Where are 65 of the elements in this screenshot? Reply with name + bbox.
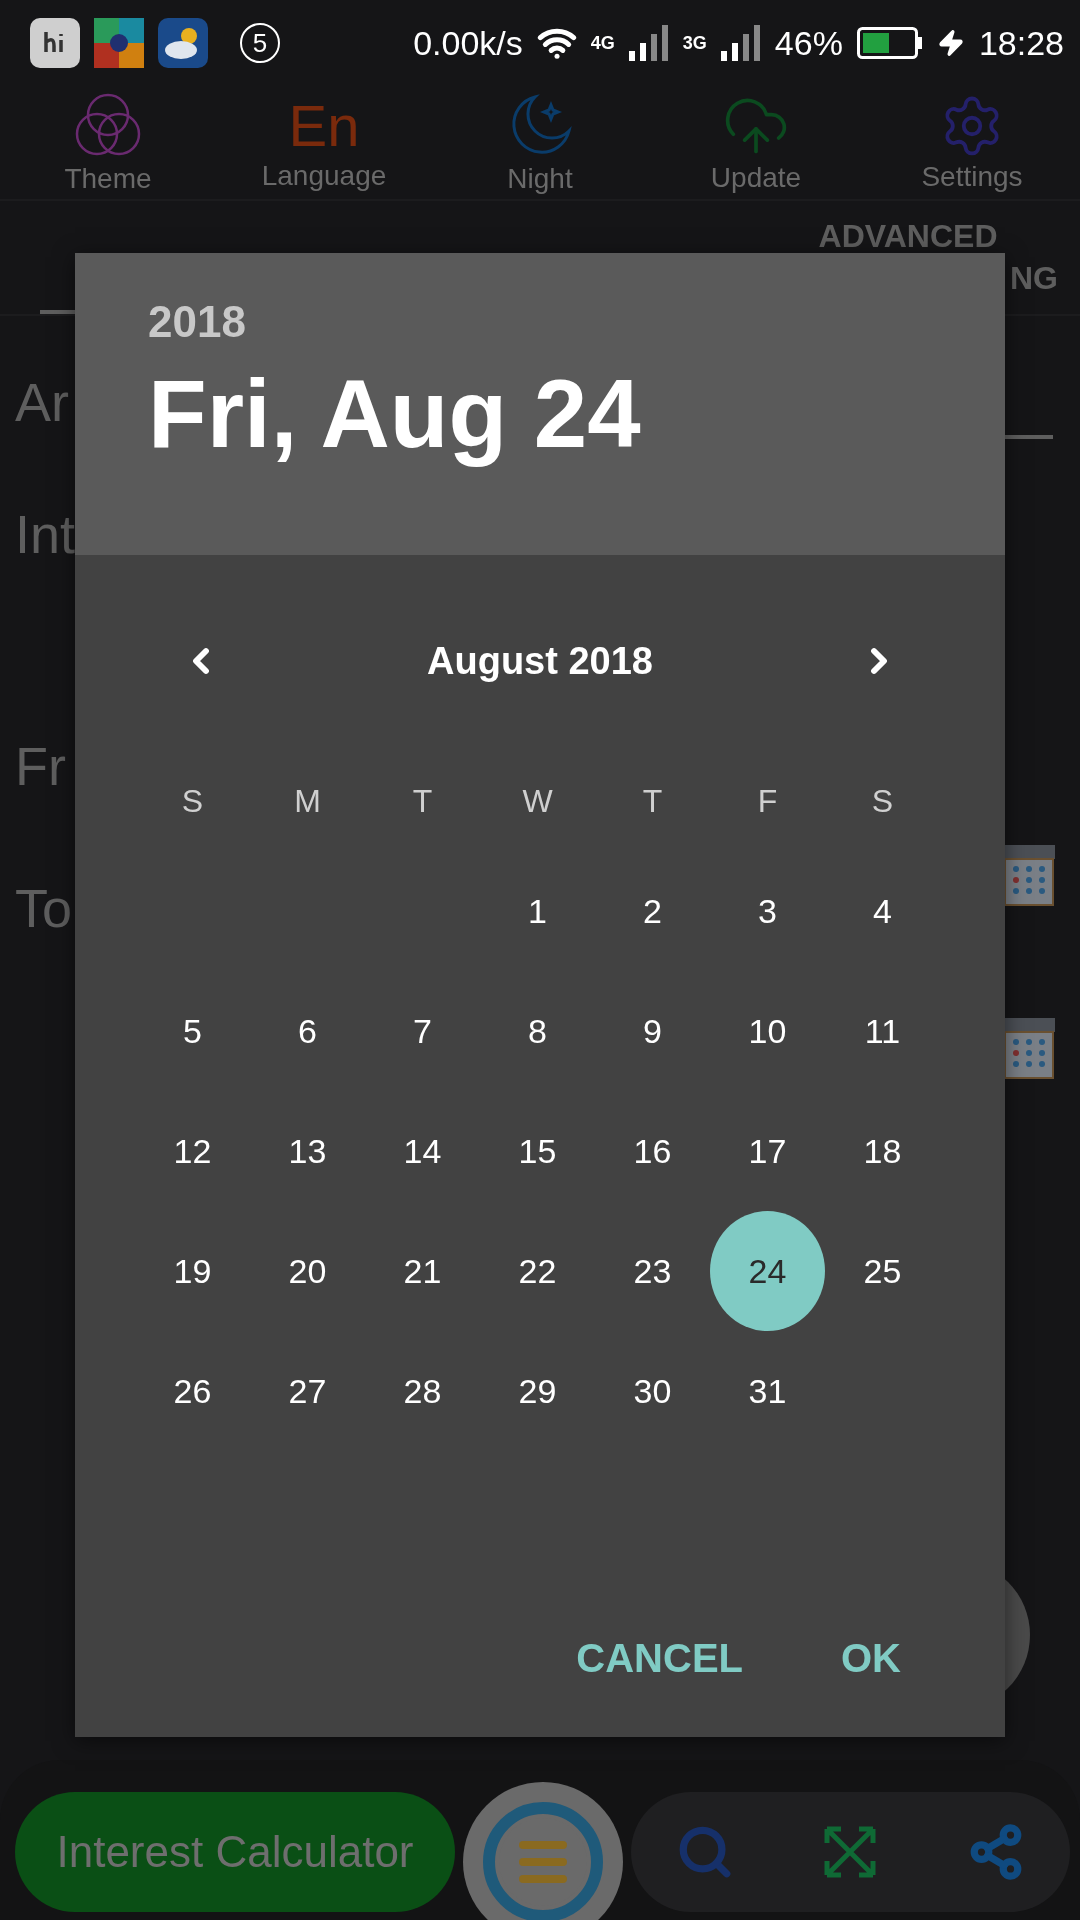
field-label: Int bbox=[15, 503, 76, 565]
calendar-day[interactable]: 19 bbox=[135, 1211, 250, 1331]
calendar-day[interactable]: 23 bbox=[595, 1211, 710, 1331]
weekday-label: W bbox=[521, 781, 554, 821]
calendar-day[interactable]: 17 bbox=[710, 1091, 825, 1211]
calendar-day[interactable]: 11 bbox=[825, 971, 940, 1091]
calendar-day[interactable]: 16 bbox=[595, 1091, 710, 1211]
weekday-label: S bbox=[870, 781, 895, 821]
weekday-label: M bbox=[293, 781, 322, 821]
calendar-icon bbox=[1003, 1018, 1055, 1080]
field-label: Fr bbox=[15, 735, 66, 797]
calendar-day[interactable]: 7 bbox=[365, 971, 480, 1091]
calendar-day[interactable]: 20 bbox=[250, 1211, 365, 1331]
calendar-day[interactable]: 8 bbox=[480, 971, 595, 1091]
calendar-day[interactable]: 24 bbox=[710, 1211, 825, 1331]
menu-icon bbox=[481, 1800, 605, 1920]
calendar-day[interactable]: 5 bbox=[135, 971, 250, 1091]
battery-icon bbox=[856, 27, 923, 59]
calendar-day[interactable]: 15 bbox=[480, 1091, 595, 1211]
field-label: To bbox=[15, 877, 73, 939]
calculator-app-icon bbox=[94, 18, 144, 68]
chat-app-icon bbox=[30, 18, 80, 68]
battery-percent: 46% bbox=[774, 23, 843, 63]
expand-button[interactable] bbox=[823, 1825, 878, 1879]
app-title: Interest Calculator bbox=[56, 1827, 414, 1877]
calendar-day[interactable]: 28 bbox=[365, 1331, 480, 1451]
calendar-day[interactable]: 18 bbox=[825, 1091, 940, 1211]
field-label: Ar bbox=[15, 371, 69, 433]
calendar-day[interactable]: 25 bbox=[825, 1211, 940, 1331]
calendar-day[interactable]: 13 bbox=[250, 1091, 365, 1211]
calendar-day[interactable]: 12 bbox=[135, 1091, 250, 1211]
network-speed: 0.00k/s bbox=[413, 23, 523, 63]
calendar-day[interactable]: 21 bbox=[365, 1211, 480, 1331]
network-type: 3G bbox=[682, 32, 707, 54]
calendar-day[interactable]: 10 bbox=[710, 971, 825, 1091]
signal-icon bbox=[628, 25, 669, 61]
calendar-day[interactable]: 22 bbox=[480, 1211, 595, 1331]
calendar-day[interactable]: 14 bbox=[365, 1091, 480, 1211]
calendar-day[interactable]: 27 bbox=[250, 1331, 365, 1451]
weekday-label: F bbox=[756, 781, 779, 821]
calendar-day[interactable]: 3 bbox=[710, 851, 825, 971]
signal-icon bbox=[720, 25, 761, 61]
notification-count: 5 bbox=[240, 23, 280, 63]
calendar-day[interactable]: 6 bbox=[250, 971, 365, 1091]
cancel-button[interactable]: CANCEL bbox=[562, 1626, 757, 1691]
selected-date[interactable]: Fri, Aug 24 bbox=[148, 359, 1005, 469]
calendar-icon bbox=[1003, 845, 1055, 907]
network-type: 4G bbox=[590, 32, 615, 54]
calendar-day[interactable]: 30 bbox=[595, 1331, 710, 1451]
calendar-day[interactable]: 26 bbox=[135, 1331, 250, 1451]
ok-button[interactable]: OK bbox=[827, 1626, 915, 1691]
calendar-day[interactable]: 2 bbox=[595, 851, 710, 971]
weekday-label: S bbox=[180, 781, 205, 821]
charging-icon bbox=[936, 29, 965, 57]
year-text[interactable]: 2018 bbox=[148, 297, 1005, 347]
weekday-label: T bbox=[411, 781, 434, 821]
month-title: August 2018 bbox=[427, 639, 653, 683]
calendar-day[interactable]: 4 bbox=[825, 851, 940, 971]
calendar-day[interactable]: 31 bbox=[710, 1331, 825, 1451]
calendar-day[interactable]: 9 bbox=[595, 971, 710, 1091]
clock: 18:28 bbox=[978, 23, 1064, 63]
calendar-day[interactable]: 29 bbox=[480, 1331, 595, 1451]
weekday-label: T bbox=[641, 781, 664, 821]
weather-app-icon bbox=[158, 18, 208, 68]
calendar-day[interactable]: 1 bbox=[480, 851, 595, 971]
